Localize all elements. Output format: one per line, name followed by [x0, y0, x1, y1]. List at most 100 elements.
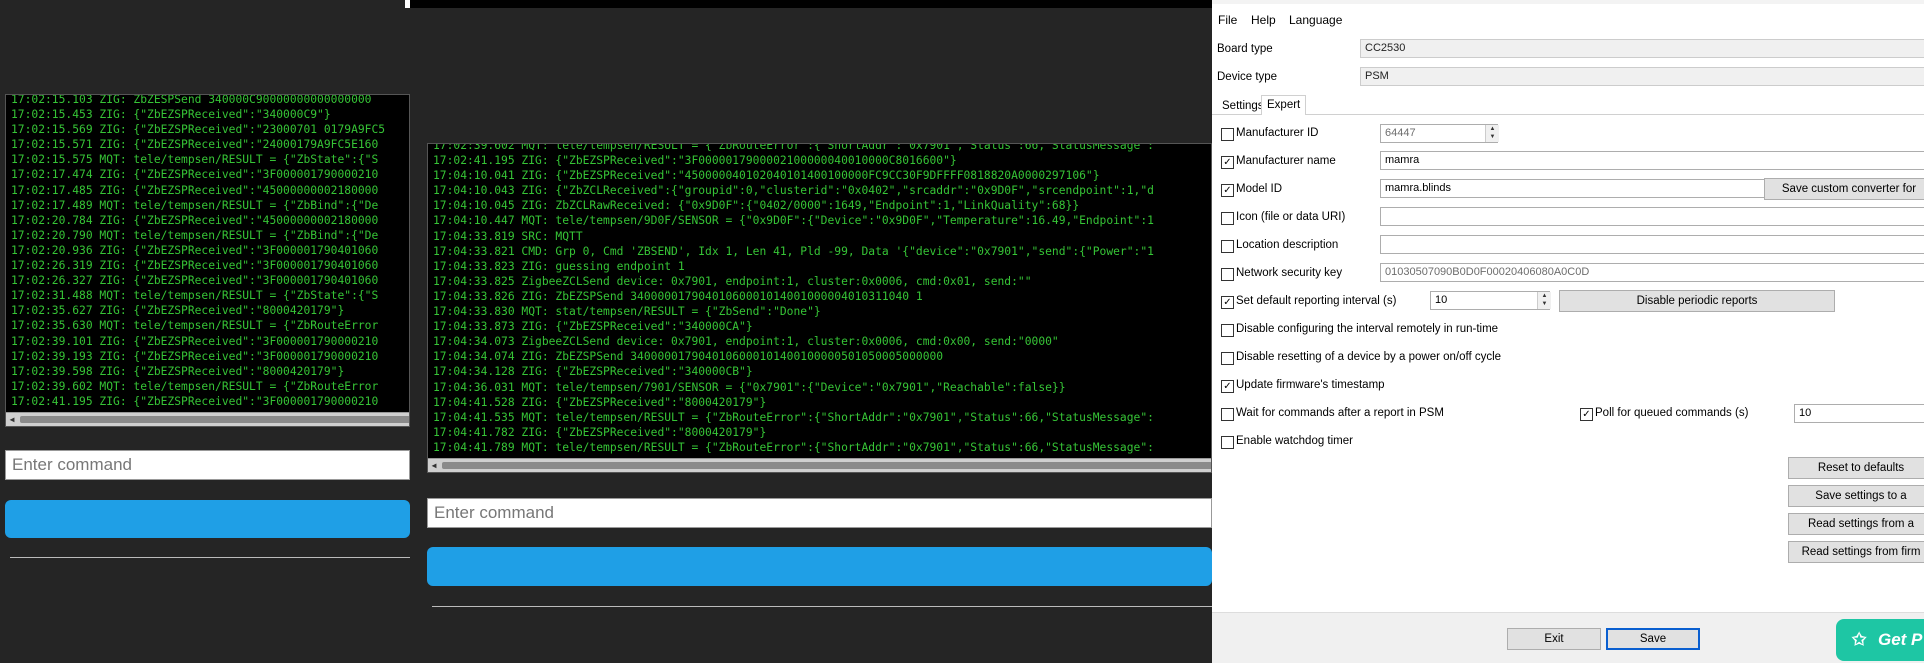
location-checkbox[interactable] — [1221, 240, 1234, 253]
console-line: 17:04:33.830 MQT: stat/tempsen/RESULT = … — [433, 305, 821, 319]
command-input-left[interactable] — [5, 450, 410, 480]
console-line: 17:02:39.602 MQT: tele/tempsen/RESULT = … — [11, 379, 379, 393]
console-line: 17:02:15.453 ZIG: {"ZbEZSPReceived":"340… — [11, 108, 331, 122]
poll-commands-checkbox[interactable]: ✓ — [1580, 408, 1593, 421]
console-line: 17:02:39.193 ZIG: {"ZbEZSPReceived":"3F0… — [11, 349, 379, 363]
poll-commands-field[interactable]: 10 — [1794, 404, 1924, 423]
disable-periodic-reports-button[interactable]: Disable periodic reports — [1559, 290, 1835, 312]
manufacturer-name-checkbox[interactable]: ✓ — [1221, 156, 1234, 169]
board-type-label: Board type — [1217, 43, 1273, 55]
console-line: 17:04:34.128 ZIG: {"ZbEZSPReceived":"340… — [433, 365, 753, 379]
get-premium-button[interactable]: ✩ Get P — [1836, 619, 1924, 661]
console-line: 17:02:35.627 ZIG: {"ZbEZSPReceived":"800… — [11, 304, 345, 318]
console-line: 17:04:10.043 ZIG: {"ZbZCLReceived":{"gro… — [433, 184, 1154, 198]
divider-middle — [432, 606, 1212, 607]
network-key-checkbox[interactable] — [1221, 268, 1234, 281]
console-line: 17:02:17.474 ZIG: {"ZbEZSPReceived":"3F0… — [11, 168, 379, 182]
manufacturer-id-label: Manufacturer ID — [1236, 127, 1319, 139]
update-timestamp-checkbox[interactable]: ✓ — [1221, 380, 1234, 393]
read-settings-firmware-button[interactable]: Read settings from firm — [1788, 541, 1924, 563]
network-key-field[interactable]: 01030507090B0D0F00020406080A0C0D — [1380, 263, 1924, 282]
console-line: 17:04:33.823 ZIG: guessing endpoint 1 — [433, 259, 685, 273]
disable-interval-label: Disable configuring the interval remotel… — [1236, 323, 1499, 335]
reset-defaults-button[interactable]: Reset to defaults — [1788, 457, 1924, 479]
disable-reset-checkbox[interactable] — [1221, 352, 1234, 365]
console-line: 17:04:41.535 MQT: tele/tempsen/RESULT = … — [433, 410, 1154, 424]
console-line: 17:02:17.485 ZIG: {"ZbEZSPReceived":"450… — [11, 183, 379, 197]
menu-help[interactable]: Help — [1251, 13, 1276, 27]
icon-field[interactable] — [1380, 207, 1924, 226]
reporting-interval-spinner[interactable]: ▲ ▼ — [1537, 292, 1551, 309]
console-lines-left: 17:02:15.103 ZIG: ZbZESPSend 340000C9000… — [11, 94, 409, 409]
console-log-middle[interactable]: 17:02:39.602 MQT: tele/tempsen/RESULT = … — [427, 143, 1212, 473]
disable-interval-checkbox[interactable] — [1221, 324, 1234, 337]
console-line: 17:04:36.031 MQT: tele/tempsen/7901/SENS… — [433, 380, 1066, 394]
exit-button[interactable]: Exit — [1507, 628, 1601, 650]
icon-label: Icon (file or data URI) — [1236, 211, 1346, 223]
icon-checkbox[interactable] — [1221, 212, 1234, 225]
console-line: 17:02:15.571 ZIG: {"ZbEZSPReceived":"240… — [11, 138, 379, 152]
manufacturer-name-label: Manufacturer name — [1236, 155, 1336, 167]
console-line: 17:04:33.873 ZIG: {"ZbEZSPReceived":"340… — [433, 320, 753, 334]
console-line: 17:04:41.782 ZIG: {"ZbEZSPReceived":"800… — [433, 425, 767, 439]
console-line: 17:04:33.825 ZigbeeZCLSend device: 0x790… — [433, 274, 1032, 288]
model-id-checkbox[interactable]: ✓ — [1221, 184, 1234, 197]
save-custom-converter-button[interactable]: Save custom converter for — [1764, 178, 1924, 200]
send-button-left[interactable] — [5, 500, 410, 538]
wait-commands-checkbox[interactable] — [1221, 408, 1234, 421]
reporting-interval-label: Set default reporting interval (s) — [1236, 295, 1397, 307]
divider-left — [10, 557, 410, 558]
console-line: 17:02:26.319 ZIG: {"ZbEZSPReceived":"3F0… — [11, 259, 379, 273]
console-line: 17:04:10.041 ZIG: {"ZbEZSPReceived":"450… — [433, 169, 1100, 183]
reporting-interval-checkbox[interactable]: ✓ — [1221, 296, 1234, 309]
console-line: 17:02:41.195 ZIG: {"ZbEZSPReceived":"3F0… — [433, 154, 957, 168]
tab-expert[interactable]: Expert — [1261, 95, 1307, 115]
console-line: 17:04:10.447 MQT: tele/tempsen/9D0F/SENS… — [433, 214, 1154, 228]
scrollbar-thumb[interactable] — [442, 462, 1211, 469]
location-label: Location description — [1236, 239, 1339, 251]
console-line: 17:02:31.488 MQT: tele/tempsen/RESULT = … — [11, 289, 379, 303]
console-line: 17:02:20.790 MQT: tele/tempsen/RESULT = … — [11, 228, 379, 242]
watchdog-checkbox[interactable] — [1221, 436, 1234, 449]
send-button-middle[interactable] — [427, 547, 1212, 586]
console-line: 17:02:15.575 MQT: tele/tempsen/RESULT = … — [11, 153, 379, 167]
scroll-left-arrow-icon[interactable]: ◀ — [428, 459, 440, 472]
console-log-left[interactable]: 17:02:15.103 ZIG: ZbZESPSend 340000C9000… — [5, 94, 410, 427]
console-line: 17:02:41.195 ZIG: {"ZbEZSPReceived":"3F0… — [11, 394, 379, 408]
console-line: 17:04:34.073 ZigbeeZCLSend device: 0x790… — [433, 335, 1059, 349]
watchdog-label: Enable watchdog timer — [1236, 435, 1353, 447]
tab-strip-line — [1212, 114, 1924, 115]
horizontal-scrollbar-left[interactable]: ◀ — [6, 412, 409, 426]
model-id-field[interactable]: mamra.blinds — [1380, 179, 1767, 198]
manufacturer-id-field[interactable]: 64447 — [1380, 124, 1498, 143]
location-field[interactable] — [1380, 235, 1924, 254]
command-input-middle[interactable] — [427, 498, 1212, 528]
reporting-interval-field[interactable]: 10 — [1430, 291, 1550, 310]
save-button[interactable]: Save — [1606, 628, 1700, 650]
console-line: 17:04:33.819 SRC: MQTT — [433, 229, 583, 243]
console-line: 17:04:33.821 CMD: Grp 0, Cmd 'ZBSEND', I… — [433, 244, 1154, 258]
console-line: 17:02:26.327 ZIG: {"ZbEZSPReceived":"3F0… — [11, 274, 379, 288]
read-settings-from-button[interactable]: Read settings from a — [1788, 513, 1924, 535]
scroll-left-arrow-icon[interactable]: ◀ — [6, 413, 18, 426]
console-line: 17:02:15.103 ZIG: ZbZESPSend 340000C9000… — [11, 94, 372, 106]
save-settings-to-button[interactable]: Save settings to a — [1788, 485, 1924, 507]
device-type-field[interactable]: PSM — [1360, 67, 1924, 86]
top-strip — [0, 0, 410, 6]
horizontal-scrollbar-middle[interactable]: ◀ — [428, 458, 1211, 472]
menu-language[interactable]: Language — [1289, 13, 1342, 27]
menu-file[interactable]: File — [1218, 13, 1237, 27]
title-bar — [1212, 0, 1924, 4]
console-line: 17:04:34.074 ZIG: ZbEZSPSend 34000001790… — [433, 350, 944, 364]
star-icon: ✩ — [1852, 630, 1867, 649]
scrollbar-thumb[interactable] — [20, 416, 409, 423]
manufacturer-id-checkbox[interactable] — [1221, 128, 1234, 141]
board-type-field[interactable]: CC2530 — [1360, 39, 1924, 58]
top-strip-middle — [410, 0, 1212, 8]
wait-commands-label: Wait for commands after a report in PSM — [1236, 407, 1444, 419]
console-line: 17:02:20.784 ZIG: {"ZbEZSPReceived":"450… — [11, 213, 379, 227]
manufacturer-id-spinner[interactable]: ▲ ▼ — [1485, 125, 1499, 142]
console-lines-middle: 17:02:39.602 MQT: tele/tempsen/RESULT = … — [433, 144, 1211, 455]
manufacturer-name-field[interactable]: mamra — [1380, 151, 1924, 170]
poll-commands-label: Poll for queued commands (s) — [1595, 407, 1749, 419]
